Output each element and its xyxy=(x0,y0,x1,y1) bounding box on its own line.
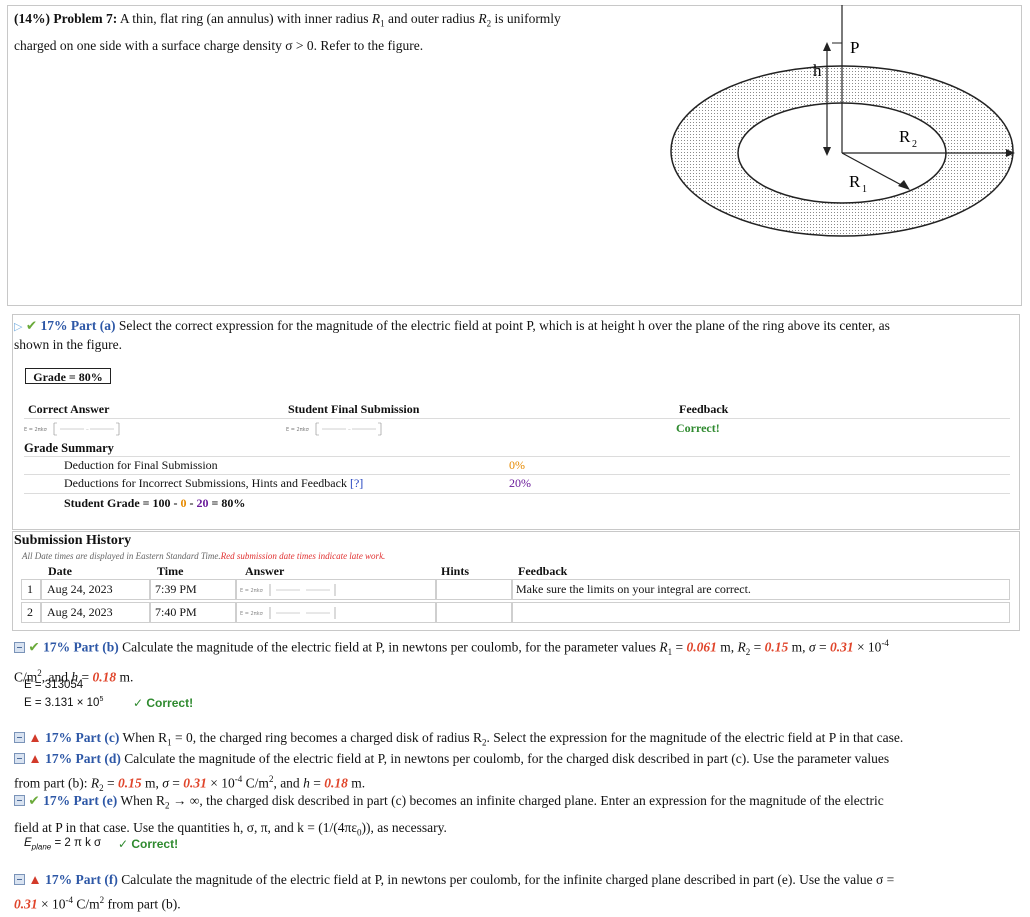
deduction-final-label: Deduction for Final Submission xyxy=(64,458,218,472)
collapse-icon[interactable] xyxy=(14,874,25,885)
part-f: ▲ 17% Part (f) Calculate the magnitude o… xyxy=(14,872,895,912)
check-icon: ✔ xyxy=(28,793,40,808)
part-b-answer-sci: E = 3.131 × 105 xyxy=(24,696,104,709)
svg-text:E = 2πkσ: E = 2πkσ xyxy=(240,588,264,594)
annulus-figure: P h R 2 R 1 xyxy=(670,5,1015,237)
part-e: ✔ 17% Part (e) When R2 → ∞, the charged … xyxy=(14,793,884,838)
history-header-time: Time xyxy=(157,564,184,578)
label-P: P xyxy=(850,38,859,57)
problem-statement: (14%) Problem 7: A thin, flat ring (an a… xyxy=(14,11,561,53)
help-link[interactable]: [?] xyxy=(350,476,363,490)
part-a-header: ▷ ✔ 17% Part (a) Select the correct expr… xyxy=(14,318,890,352)
warning-icon: ▲ xyxy=(28,751,42,766)
deduction-incorrect-label: Deductions for Incorrect Submissions, Hi… xyxy=(64,476,364,490)
history-header-hints: Hints xyxy=(441,564,470,578)
correct-answer-header: Correct Answer xyxy=(28,402,110,416)
warning-icon: ▲ xyxy=(28,730,42,745)
label-R1: R xyxy=(849,172,861,191)
history-answer-formula: E = 2πkσ xyxy=(240,607,336,619)
history-title: Submission History xyxy=(14,533,132,548)
collapse-icon[interactable] xyxy=(14,753,25,764)
student-final-header: Student Final Submission xyxy=(288,402,420,416)
history-header-feedback: Feedback xyxy=(518,564,568,578)
svg-text:−: − xyxy=(86,428,89,433)
svg-text:E = 2πkσ: E = 2πkσ xyxy=(240,611,264,617)
svg-text:−: − xyxy=(348,428,351,433)
svg-text:E = 2πkσ: E = 2πkσ xyxy=(24,427,48,433)
part-b: ✔ 17% Part (b) Calculate the magnitude o… xyxy=(14,638,889,685)
part-b-correct: ✓ Correct! xyxy=(133,696,194,710)
grade-summary-title: Grade Summary xyxy=(24,441,114,455)
feedback-header: Feedback xyxy=(679,402,729,416)
collapse-icon[interactable] xyxy=(14,795,25,806)
check-icon: ✔ xyxy=(25,318,38,333)
correct-answer-formula: E = 2πkσ − xyxy=(24,422,120,436)
grade-badge: Grade = 80% xyxy=(25,368,111,384)
part-b-answer-raw: E = 313054 xyxy=(24,679,84,691)
warning-icon: ▲ xyxy=(28,872,42,887)
history-answer-formula: E = 2πkσ xyxy=(240,584,336,596)
deduction-final-value: 0% xyxy=(509,458,525,472)
svg-text:1: 1 xyxy=(862,184,867,195)
expand-arrow-icon[interactable]: ▷ xyxy=(14,321,22,333)
history-header-date: Date xyxy=(48,564,72,578)
deduction-incorrect-value: 20% xyxy=(509,476,531,490)
student-answer-formula: E = 2πkσ − xyxy=(286,422,382,436)
feedback-correct: Correct! xyxy=(676,421,720,435)
label-h: h xyxy=(813,61,822,80)
collapse-icon[interactable] xyxy=(14,641,25,653)
part-e-correct: ✓ Correct! xyxy=(118,837,179,851)
collapse-icon[interactable] xyxy=(14,732,25,743)
history-note: All Date times are displayed in Eastern … xyxy=(22,551,386,561)
svg-text:2: 2 xyxy=(912,139,917,150)
student-grade: Student Grade = 100 - 0 - 20 = 80% xyxy=(64,496,246,510)
part-e-answer: Eplane = 2 π k σ xyxy=(24,837,102,852)
history-header-answer: Answer xyxy=(245,564,285,578)
check-icon: ✔ xyxy=(28,639,40,655)
svg-text:E = 2πkσ: E = 2πkσ xyxy=(286,427,310,433)
problem-header: (14%) Problem 7: xyxy=(14,11,118,26)
label-R2: R xyxy=(899,127,911,146)
